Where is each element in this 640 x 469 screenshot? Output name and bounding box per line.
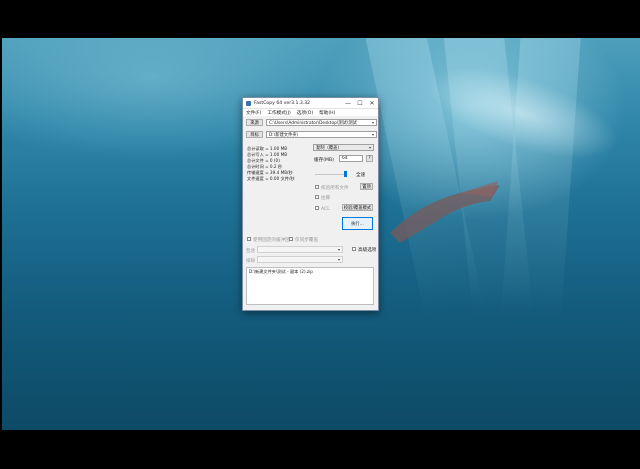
diver-fins-image xyxy=(390,181,500,243)
title-bar: FastCopy 64 ver3.1.3.32 — ☐ ✕ xyxy=(243,98,378,109)
full-speed-label: 全速 xyxy=(356,173,366,178)
estimate-checkbox[interactable]: 估算 xyxy=(315,195,330,201)
status-line: D:\新建文件夹\测试 - 副本 (2).zip xyxy=(249,269,313,274)
mode-select[interactable]: 复制（覆盖） ▾ xyxy=(313,144,374,151)
speed-slider-thumb[interactable] xyxy=(344,171,347,177)
checkbox-box[interactable] xyxy=(315,185,319,189)
chevron-down-icon[interactable]: ▾ xyxy=(336,247,342,252)
acl-label: ACL xyxy=(321,207,330,212)
checkbox-box[interactable] xyxy=(315,206,319,210)
chevron-down-icon[interactable]: ▾ xyxy=(336,257,342,262)
advanced-options-label: 高级选项 xyxy=(358,248,377,253)
menu-options[interactable]: 选项(O) xyxy=(297,110,313,116)
verify-label: 校验所有文件 xyxy=(321,186,349,191)
maximize-button[interactable]: ☐ xyxy=(354,98,366,108)
app-icon xyxy=(246,100,251,106)
status-log-area[interactable]: D:\新建文件夹\测试 - 副本 (2).zip xyxy=(246,267,374,305)
checkbox-box[interactable] xyxy=(247,237,251,241)
fastcopy-window: FastCopy 64 ver3.1.3.32 — ☐ ✕ 文件(F) 工作模式… xyxy=(242,97,379,311)
source-button[interactable]: 来源 xyxy=(246,119,263,126)
buffer-input[interactable]: 64 xyxy=(339,155,363,162)
chevron-down-icon[interactable]: ▾ xyxy=(367,145,373,150)
fixed-buffer-checkbox[interactable]: 使用固定的缓冲区 xyxy=(247,237,290,243)
sync-checkbox[interactable]: 仅同步覆盖 xyxy=(289,237,318,243)
exclude-label: 排除 xyxy=(246,259,256,264)
help-button[interactable]: ? xyxy=(366,155,373,162)
speed-slider-track[interactable] xyxy=(315,174,347,175)
checkbox-box[interactable] xyxy=(352,247,356,251)
include-field[interactable]: ▾ xyxy=(257,246,343,253)
menu-file[interactable]: 文件(F) xyxy=(246,110,261,116)
list-mode-button[interactable]: 校验/覆盖模式 xyxy=(342,204,373,211)
close-button[interactable]: ✕ xyxy=(366,98,378,108)
checkbox-box[interactable] xyxy=(315,195,319,199)
destination-path-text: D:\新建文件夹\ xyxy=(269,132,299,138)
estimate-label: 估算 xyxy=(321,196,331,201)
sync-label: 仅同步覆盖 xyxy=(295,238,318,243)
chevron-down-icon[interactable]: ▾ xyxy=(370,132,376,137)
source-path-field[interactable]: C:\Users\Administrator\Desktop\测试\测试 ▾ xyxy=(266,119,377,126)
source-path-text: C:\Users\Administrator\Desktop\测试\测试 xyxy=(269,120,357,126)
execute-button[interactable]: 执行... xyxy=(342,217,373,230)
letterbox-bottom xyxy=(0,430,640,469)
stat-file-speed: 文件速度 = 0.00 文件/秒 xyxy=(247,176,295,181)
window-title: FastCopy 64 ver3.1.3.32 xyxy=(254,100,311,106)
mode-select-value: 复制（覆盖） xyxy=(316,145,342,151)
minimize-button[interactable]: — xyxy=(342,98,354,108)
acl-checkbox[interactable]: ACL xyxy=(315,206,330,212)
destination-path-field[interactable]: D:\新建文件夹\ ▾ xyxy=(266,131,377,138)
top-button[interactable]: 置顶 xyxy=(360,183,373,190)
verify-checkbox[interactable]: 校验所有文件 xyxy=(315,185,349,191)
destination-button[interactable]: 目标 xyxy=(246,131,263,138)
buffer-label: 缓存(MB) xyxy=(314,158,334,163)
menu-job-mode[interactable]: 工作模式(J) xyxy=(267,110,290,116)
include-label: 包含 xyxy=(246,249,256,254)
chevron-down-icon[interactable]: ▾ xyxy=(370,120,376,125)
checkbox-box[interactable] xyxy=(289,237,293,241)
advanced-options-checkbox[interactable]: 高级选项 xyxy=(352,247,376,253)
exclude-field[interactable]: ▾ xyxy=(257,256,343,263)
menu-bar: 文件(F) 工作模式(J) 选项(O) 帮助(H) xyxy=(243,109,378,116)
fixed-buffer-label: 使用固定的缓冲区 xyxy=(253,238,290,243)
menu-help[interactable]: 帮助(H) xyxy=(319,110,335,116)
